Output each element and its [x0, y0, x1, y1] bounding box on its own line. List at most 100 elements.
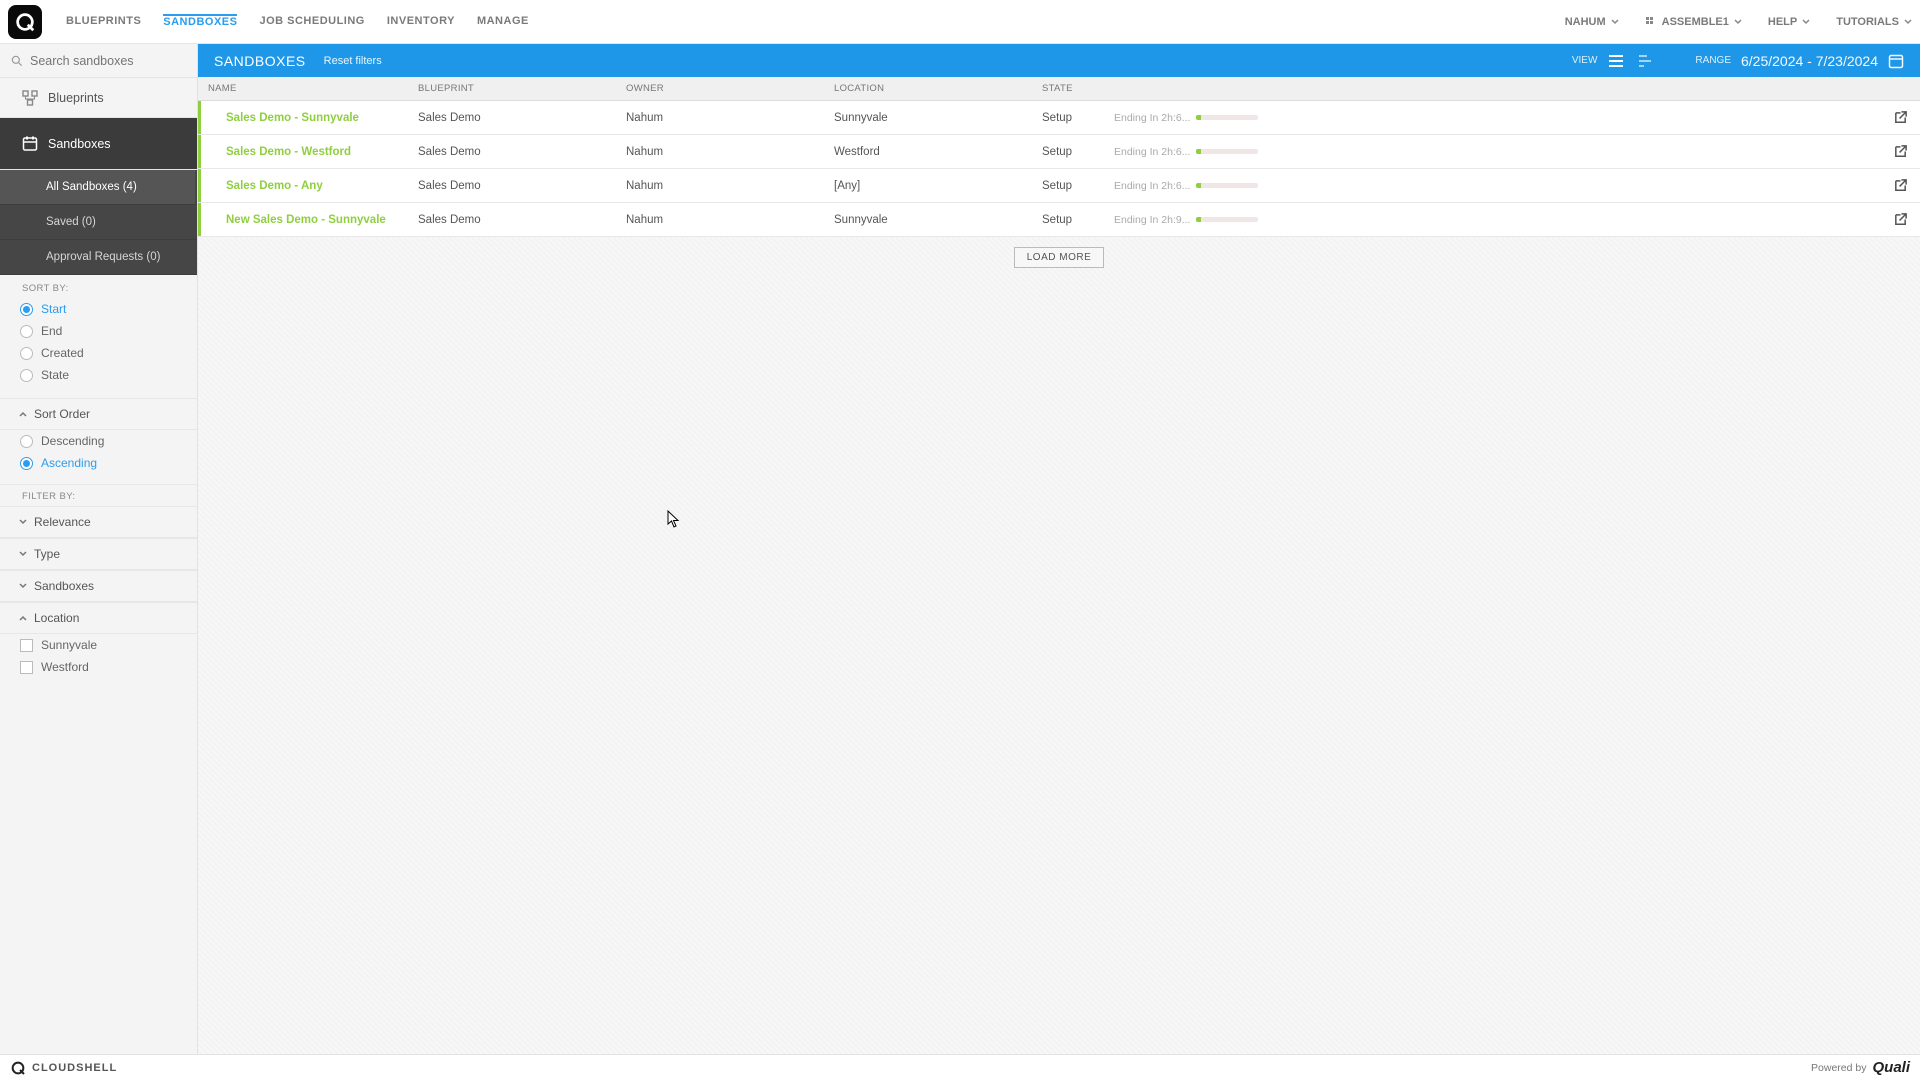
row-blueprint: Sales Demo	[418, 112, 626, 124]
checkbox-label: Westford	[41, 660, 89, 674]
row-name[interactable]: New Sales Demo - Sunnyvale	[208, 214, 418, 226]
help-menu[interactable]: HELP	[1768, 16, 1810, 28]
calendar-icon[interactable]	[1888, 53, 1904, 69]
filter-relevance[interactable]: Relevance	[0, 506, 197, 538]
filterby-label: FILTER BY:	[0, 484, 197, 506]
open-button[interactable]	[1880, 110, 1920, 125]
nav-blueprints[interactable]: BLUEPRINTS	[66, 15, 141, 28]
sort-created[interactable]: Created	[0, 342, 197, 364]
filter-label: Sandboxes	[34, 579, 94, 593]
topnav: BLUEPRINTS SANDBOXES JOB SCHEDULING INVE…	[66, 15, 529, 28]
org-icon	[1645, 16, 1657, 28]
row-location: [Any]	[834, 180, 1042, 192]
row-owner: Nahum	[626, 180, 834, 192]
nav-inventory[interactable]: INVENTORY	[387, 15, 455, 28]
subnav-approval-requests[interactable]: Approval Requests (0)	[0, 240, 197, 275]
view-list-icon[interactable]	[1607, 52, 1625, 70]
table-row[interactable]: Sales Demo - SunnyvaleSales DemoNahumSun…	[198, 101, 1920, 135]
sidebar-item-blueprints[interactable]: Blueprints	[0, 78, 197, 118]
search-input[interactable]	[30, 54, 187, 68]
help-label: HELP	[1768, 16, 1797, 28]
sort-state[interactable]: State	[0, 364, 197, 386]
chevron-down-icon	[18, 581, 28, 591]
chevron-down-icon	[18, 549, 28, 559]
col-blueprint[interactable]: BLUEPRINT	[418, 83, 626, 94]
open-button[interactable]	[1880, 212, 1920, 227]
table-row[interactable]: Sales Demo - WestfordSales DemoNahumWest…	[198, 135, 1920, 169]
sidebar: Blueprints Sandboxes All Sandboxes (4) S…	[0, 44, 198, 1054]
tutorials-menu[interactable]: TUTORIALS	[1836, 16, 1912, 28]
tutorials-label: TUTORIALS	[1836, 16, 1899, 28]
col-owner[interactable]: OWNER	[626, 83, 834, 94]
table-row[interactable]: Sales Demo - AnySales DemoNahum[Any]Setu…	[198, 169, 1920, 203]
row-name[interactable]: Sales Demo - Westford	[208, 146, 418, 158]
filter-location-sunnyvale[interactable]: Sunnyvale	[0, 634, 197, 656]
row-name[interactable]: Sales Demo - Sunnyvale	[208, 112, 418, 124]
row-state: Setup	[1042, 146, 1114, 158]
open-external-icon	[1893, 144, 1908, 159]
topbar: BLUEPRINTS SANDBOXES JOB SCHEDULING INVE…	[0, 0, 1920, 44]
sort-order-toggle[interactable]: Sort Order	[0, 398, 197, 430]
row-location: Sunnyvale	[834, 214, 1042, 226]
checkbox-icon	[20, 639, 33, 652]
filter-label: Relevance	[34, 515, 91, 529]
open-external-icon	[1893, 178, 1908, 193]
nav-job-scheduling[interactable]: JOB SCHEDULING	[259, 15, 364, 28]
sort-order-ascending[interactable]: Ascending	[0, 452, 197, 474]
row-owner: Nahum	[626, 146, 834, 158]
row-owner: Nahum	[626, 214, 834, 226]
mouse-cursor-icon	[667, 510, 681, 532]
row-blueprint: Sales Demo	[418, 180, 626, 192]
sidebar-item-sandboxes[interactable]: Sandboxes	[0, 118, 197, 170]
range-value[interactable]: 6/25/2024 - 7/23/2024	[1741, 53, 1878, 69]
radio-label: State	[41, 368, 69, 382]
sort-start[interactable]: Start	[0, 298, 197, 320]
radio-icon	[20, 303, 33, 316]
progress-bar	[1196, 115, 1258, 120]
row-name[interactable]: Sales Demo - Any	[208, 180, 418, 192]
open-button[interactable]	[1880, 178, 1920, 193]
sort-order-label: Sort Order	[34, 407, 90, 421]
sidebar-item-label: Sandboxes	[48, 137, 111, 151]
col-state[interactable]: STATE	[1042, 83, 1114, 94]
content-area: SANDBOXES Reset filters VIEW RANGE 6/25/…	[198, 44, 1920, 1054]
search-icon	[10, 54, 24, 68]
filter-type[interactable]: Type	[0, 538, 197, 570]
subnav-all-sandboxes[interactable]: All Sandboxes (4)	[0, 170, 197, 205]
row-ending: Ending In 2h:9...	[1114, 214, 1258, 226]
footer-powered-by: Powered by	[1811, 1062, 1866, 1074]
sort-order-descending[interactable]: Descending	[0, 430, 197, 452]
col-location[interactable]: LOCATION	[834, 83, 1042, 94]
filter-location-westford[interactable]: Westford	[0, 656, 197, 678]
open-button[interactable]	[1880, 144, 1920, 159]
subnav: All Sandboxes (4) Saved (0) Approval Req…	[0, 170, 197, 275]
row-ending: Ending In 2h:6...	[1114, 112, 1258, 124]
load-more-button[interactable]: LOAD MORE	[1014, 247, 1105, 268]
user-menu[interactable]: NAHUM	[1565, 16, 1619, 28]
logo-icon	[14, 11, 36, 33]
search-wrap[interactable]	[0, 44, 197, 78]
org-name: ASSEMBLE1	[1662, 16, 1729, 28]
page-title: SANDBOXES	[214, 53, 306, 69]
progress-bar	[1196, 149, 1258, 154]
chevron-up-icon	[18, 613, 28, 623]
sort-end[interactable]: End	[0, 320, 197, 342]
radio-label: Created	[41, 346, 84, 360]
nav-manage[interactable]: MANAGE	[477, 15, 529, 28]
table-row[interactable]: New Sales Demo - SunnyvaleSales DemoNahu…	[198, 203, 1920, 237]
col-name[interactable]: NAME	[208, 83, 418, 94]
radio-icon	[20, 369, 33, 382]
org-menu[interactable]: ASSEMBLE1	[1645, 16, 1742, 28]
radio-icon	[20, 347, 33, 360]
app-logo[interactable]	[8, 5, 42, 39]
filter-sandboxes[interactable]: Sandboxes	[0, 570, 197, 602]
subnav-saved[interactable]: Saved (0)	[0, 205, 197, 240]
row-state: Setup	[1042, 180, 1114, 192]
nav-sandboxes[interactable]: SANDBOXES	[163, 14, 237, 28]
reset-filters-link[interactable]: Reset filters	[324, 55, 382, 67]
view-timeline-icon[interactable]	[1637, 52, 1655, 70]
footer: CLOUDSHELL Powered by Quali	[0, 1054, 1920, 1080]
filter-label: Type	[34, 547, 60, 561]
filter-location[interactable]: Location	[0, 602, 197, 634]
footer-brand: CLOUDSHELL	[32, 1062, 117, 1074]
